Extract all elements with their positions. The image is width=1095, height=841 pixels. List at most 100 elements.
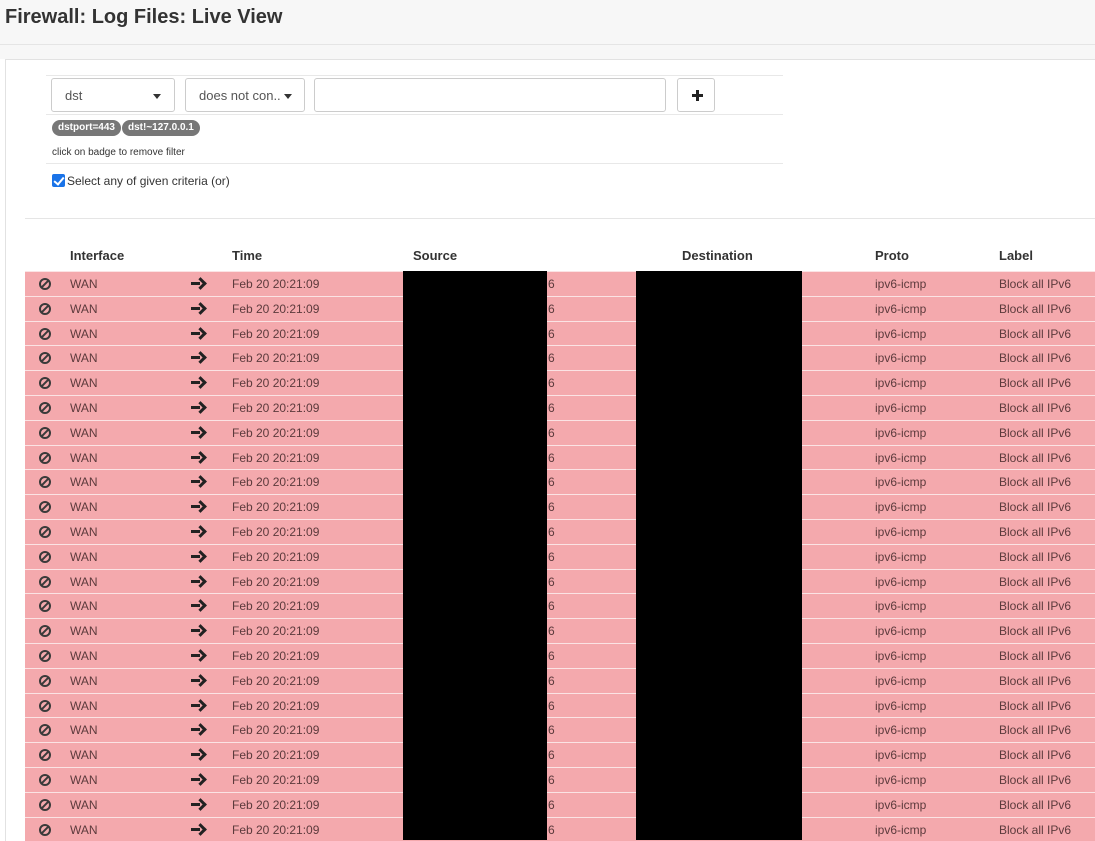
hint-divider	[46, 163, 783, 164]
row-source: 6	[548, 549, 555, 564]
row-source: 6	[548, 301, 555, 316]
row-proto: ipv6-icmp	[875, 723, 927, 738]
row-label: Block all IPv6	[999, 400, 1072, 415]
row-source: 6	[548, 475, 555, 490]
row-proto: ipv6-icmp	[875, 797, 927, 812]
filter-badge-dst[interactable]: dst!~127.0.0.1	[121, 120, 200, 136]
row-source: 6	[548, 797, 555, 812]
row-time: Feb 20 20:21:09	[232, 277, 320, 291]
block-icon	[39, 476, 51, 489]
row-time: Feb 20 20:21:09	[232, 673, 320, 688]
column-header-time[interactable]: Time	[232, 248, 262, 263]
row-proto: ipv6-icmp	[875, 475, 927, 490]
arrow-right-icon	[191, 824, 204, 835]
table-row[interactable]: WAN Feb 20 20:21:09 6 ipv6-icmp Block all IP…	[25, 394, 1095, 420]
row-interface: WAN	[70, 549, 98, 564]
column-header-proto[interactable]: Proto	[875, 248, 909, 263]
row-label: Block all IPv6	[999, 624, 1072, 639]
row-label: Block all IPv6	[999, 797, 1072, 812]
table-row[interactable]: WAN Feb 20 20:21:09 6 ipv6-icmp Block all IP…	[25, 271, 1095, 296]
table-row[interactable]: WAN Feb 20 20:21:09 6 ipv6-icmp Block all IP…	[25, 742, 1095, 767]
table-row[interactable]: WAN Feb 20 20:21:09 6 ipv6-icmp Block all IP…	[25, 345, 1095, 371]
row-time: Feb 20 20:21:09	[232, 400, 320, 415]
row-proto: ipv6-icmp	[875, 524, 927, 539]
block-icon	[39, 550, 51, 563]
arrow-right-icon	[191, 774, 204, 785]
block-icon	[39, 649, 51, 662]
or-criteria-toggle[interactable]: Select any of given criteria (or)	[52, 174, 230, 190]
table-row[interactable]: WAN Feb 20 20:21:09 6 ipv6-icmp Block all IP…	[25, 816, 1095, 841]
column-header-label[interactable]: Label	[999, 248, 1033, 263]
table-row[interactable]: WAN Feb 20 20:21:09 6 ipv6-icmp Block all IP…	[25, 791, 1095, 817]
row-time: Feb 20 20:21:09	[232, 351, 320, 366]
filter-value-input[interactable]	[314, 78, 666, 112]
table-row[interactable]: WAN Feb 20 20:21:09 6 ipv6-icmp Block all IP…	[25, 618, 1095, 643]
chevron-down-icon	[153, 94, 161, 99]
row-interface: WAN	[70, 599, 98, 614]
arrow-right-icon	[191, 427, 204, 438]
row-label: Block all IPv6	[999, 822, 1072, 837]
row-interface: WAN	[70, 450, 98, 465]
row-time: Feb 20 20:21:09	[232, 500, 320, 515]
table-row[interactable]: WAN Feb 20 20:21:09 6 ipv6-icmp Block all IP…	[25, 642, 1095, 668]
block-icon	[39, 575, 51, 588]
row-proto: ipv6-icmp	[875, 648, 927, 663]
row-proto: ipv6-icmp	[875, 277, 927, 291]
table-row[interactable]: WAN Feb 20 20:21:09 6 ipv6-icmp Block all IP…	[25, 419, 1095, 445]
table-row[interactable]: WAN Feb 20 20:21:09 6 ipv6-icmp Block all IP…	[25, 295, 1095, 321]
badge-hint: click on badge to remove filter	[52, 147, 185, 158]
table-row[interactable]: WAN Feb 20 20:21:09 6 ipv6-icmp Block all IP…	[25, 667, 1095, 693]
column-header-destination[interactable]: Destination	[682, 248, 753, 263]
row-interface: WAN	[70, 574, 98, 589]
row-time: Feb 20 20:21:09	[232, 524, 320, 539]
filter-operator-select[interactable]: does not con..	[185, 78, 305, 112]
row-label: Block all IPv6	[999, 301, 1072, 316]
block-icon	[39, 724, 51, 737]
row-interface: WAN	[70, 648, 98, 663]
row-proto: ipv6-icmp	[875, 822, 927, 837]
row-label: Block all IPv6	[999, 376, 1072, 391]
table-row[interactable]: WAN Feb 20 20:21:09 6 ipv6-icmp Block all IP…	[25, 320, 1095, 346]
table-row[interactable]: WAN Feb 20 20:21:09 6 ipv6-icmp Block all IP…	[25, 469, 1095, 495]
row-label: Block all IPv6	[999, 351, 1072, 366]
row-time: Feb 20 20:21:09	[232, 723, 320, 738]
row-interface: WAN	[70, 748, 98, 763]
or-criteria-label: Select any of given criteria (or)	[67, 174, 230, 188]
filter-field-select[interactable]: dst	[51, 78, 175, 112]
or-criteria-checkbox[interactable]	[52, 174, 65, 187]
row-label: Block all IPv6	[999, 500, 1072, 515]
row-interface: WAN	[70, 475, 98, 490]
plus-icon	[692, 90, 703, 101]
row-proto: ipv6-icmp	[875, 549, 927, 564]
filter-badge-dstport[interactable]: dstport=443	[52, 120, 121, 136]
arrow-right-icon	[191, 600, 204, 611]
row-label: Block all IPv6	[999, 748, 1072, 763]
block-icon	[39, 798, 51, 811]
row-interface: WAN	[70, 326, 98, 341]
table-row[interactable]: WAN Feb 20 20:21:09 6 ipv6-icmp Block all IP…	[25, 518, 1095, 544]
add-filter-button[interactable]	[677, 78, 715, 112]
table-row[interactable]: WAN Feb 20 20:21:09 6 ipv6-icmp Block all IP…	[25, 692, 1095, 718]
column-header-source[interactable]: Source	[413, 248, 457, 263]
row-label: Block all IPv6	[999, 698, 1072, 713]
row-label: Block all IPv6	[999, 648, 1072, 663]
table-row[interactable]: WAN Feb 20 20:21:09 6 ipv6-icmp Block all IP…	[25, 444, 1095, 470]
table-row[interactable]: WAN Feb 20 20:21:09 6 ipv6-icmp Block all IP…	[25, 766, 1095, 792]
row-source: 6	[548, 351, 555, 366]
page-header: Firewall: Log Files: Live View	[0, 0, 1095, 45]
table-row[interactable]: WAN Feb 20 20:21:09 6 ipv6-icmp Block all IP…	[25, 494, 1095, 519]
table-row[interactable]: WAN Feb 20 20:21:09 6 ipv6-icmp Block all IP…	[25, 543, 1095, 569]
table-row[interactable]: WAN Feb 20 20:21:09 6 ipv6-icmp Block all IP…	[25, 593, 1095, 619]
chevron-down-icon	[284, 94, 292, 99]
row-source: 6	[548, 425, 555, 440]
row-time: Feb 20 20:21:09	[232, 475, 320, 490]
table-row[interactable]: WAN Feb 20 20:21:09 6 ipv6-icmp Block all IP…	[25, 717, 1095, 743]
table-row[interactable]: WAN Feb 20 20:21:09 6 ipv6-icmp Block all IP…	[25, 370, 1095, 395]
arrow-right-icon	[191, 625, 204, 636]
row-time: Feb 20 20:21:09	[232, 376, 320, 391]
row-label: Block all IPv6	[999, 723, 1072, 738]
arrow-right-icon	[191, 377, 204, 388]
column-header-interface[interactable]: Interface	[70, 248, 124, 263]
table-row[interactable]: WAN Feb 20 20:21:09 6 ipv6-icmp Block all IP…	[25, 568, 1095, 594]
table-header: Interface Time Source Destination Proto …	[25, 243, 1095, 271]
